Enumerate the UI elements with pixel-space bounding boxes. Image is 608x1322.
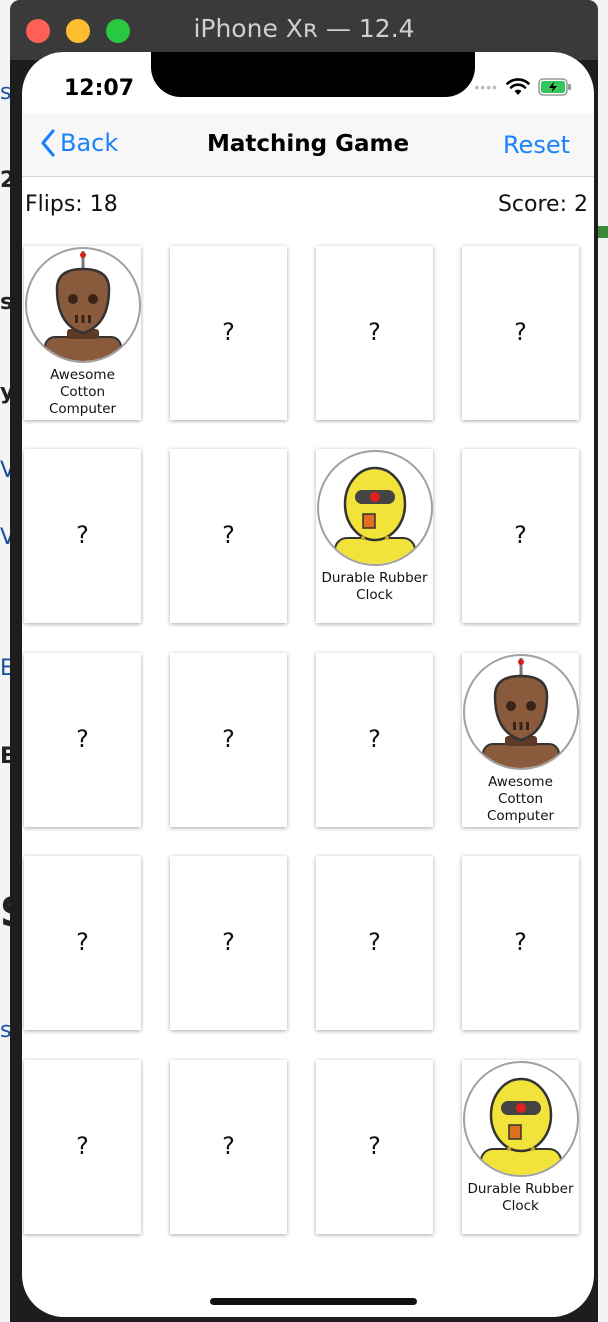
back-button-label: Back	[60, 129, 119, 157]
card-hidden-mark: ?	[514, 521, 527, 549]
chevron-left-icon	[41, 129, 55, 157]
reset-button[interactable]: Reset	[503, 131, 570, 159]
card-face-down[interactable]: ?	[316, 856, 433, 1030]
status-icons: ••••	[474, 76, 572, 98]
card-face-down[interactable]: ?	[170, 1060, 287, 1234]
card-face-up[interactable]: Awesome Cotton Computer	[462, 653, 579, 827]
brown-robot-avatar	[463, 654, 579, 770]
card-label: Awesome Cotton Computer	[48, 367, 117, 417]
back-button[interactable]: Back	[40, 129, 118, 157]
status-time: 12:07	[64, 76, 135, 101]
card-hidden-mark: ?	[368, 318, 381, 346]
card-hidden-mark: ?	[76, 521, 89, 549]
cellular-signal-icon: ••••	[474, 79, 498, 95]
card-hidden-mark: ?	[368, 725, 381, 753]
card-face-down[interactable]: ?	[316, 653, 433, 827]
card-face-down[interactable]: ?	[24, 449, 141, 623]
card-hidden-mark: ?	[368, 928, 381, 956]
card-label: Durable Rubber Clock	[321, 570, 428, 603]
card-face-up[interactable]: Durable Rubber Clock	[316, 449, 433, 623]
card-face-down[interactable]: ?	[462, 246, 579, 420]
card-hidden-mark: ?	[222, 725, 235, 753]
card-face-down[interactable]: ?	[24, 1060, 141, 1234]
stats-row: Flips: 18 Score: 2	[22, 176, 594, 232]
card-face-down[interactable]: ?	[170, 246, 287, 420]
card-face-down[interactable]: ?	[24, 653, 141, 827]
simulator-title: iPhone Xʀ — 12.4	[193, 14, 415, 43]
card-face-up[interactable]: Awesome Cotton Computer	[24, 246, 141, 420]
card-hidden-mark: ?	[76, 928, 89, 956]
brown-robot-avatar	[25, 247, 141, 363]
card-face-up[interactable]: Durable Rubber Clock	[462, 1060, 579, 1234]
card-hidden-mark: ?	[368, 1132, 381, 1160]
battery-charging-icon	[538, 78, 571, 96]
phone-screen: 12:07 •••• Back Matching Game Reset Flip…	[22, 52, 594, 1317]
card-face-down[interactable]: ?	[170, 653, 287, 827]
card-face-down[interactable]: ?	[462, 856, 579, 1030]
card-face-down[interactable]: ?	[24, 856, 141, 1030]
card-hidden-mark: ?	[514, 318, 527, 346]
card-hidden-mark: ?	[514, 928, 527, 956]
card-face-down[interactable]: ?	[316, 246, 433, 420]
flips-counter: Flips: 18	[25, 192, 118, 217]
simulator-window: iPhone Xʀ — 12.4 12:07 •••• Back Matchin…	[10, 0, 598, 1322]
phone-notch	[151, 52, 475, 97]
card-label: Awesome Cotton Computer	[486, 774, 555, 824]
home-indicator	[210, 1298, 417, 1305]
yellow-robot-avatar	[317, 450, 433, 566]
card-label: Durable Rubber Clock	[467, 1181, 574, 1214]
wifi-icon	[506, 78, 530, 95]
card-hidden-mark: ?	[222, 1132, 235, 1160]
card-hidden-mark: ?	[76, 1132, 89, 1160]
card-face-down[interactable]: ?	[170, 449, 287, 623]
yellow-robot-avatar	[463, 1061, 579, 1177]
card-face-down[interactable]: ?	[170, 856, 287, 1030]
navigation-bar: Back Matching Game Reset	[22, 114, 594, 177]
card-hidden-mark: ?	[222, 521, 235, 549]
simulator-titlebar: iPhone Xʀ — 12.4	[10, 0, 598, 60]
score-counter: Score: 2	[497, 192, 588, 217]
card-hidden-mark: ?	[76, 725, 89, 753]
card-face-down[interactable]: ?	[316, 1060, 433, 1234]
card-hidden-mark: ?	[222, 928, 235, 956]
card-face-down[interactable]: ?	[462, 449, 579, 623]
card-hidden-mark: ?	[222, 318, 235, 346]
